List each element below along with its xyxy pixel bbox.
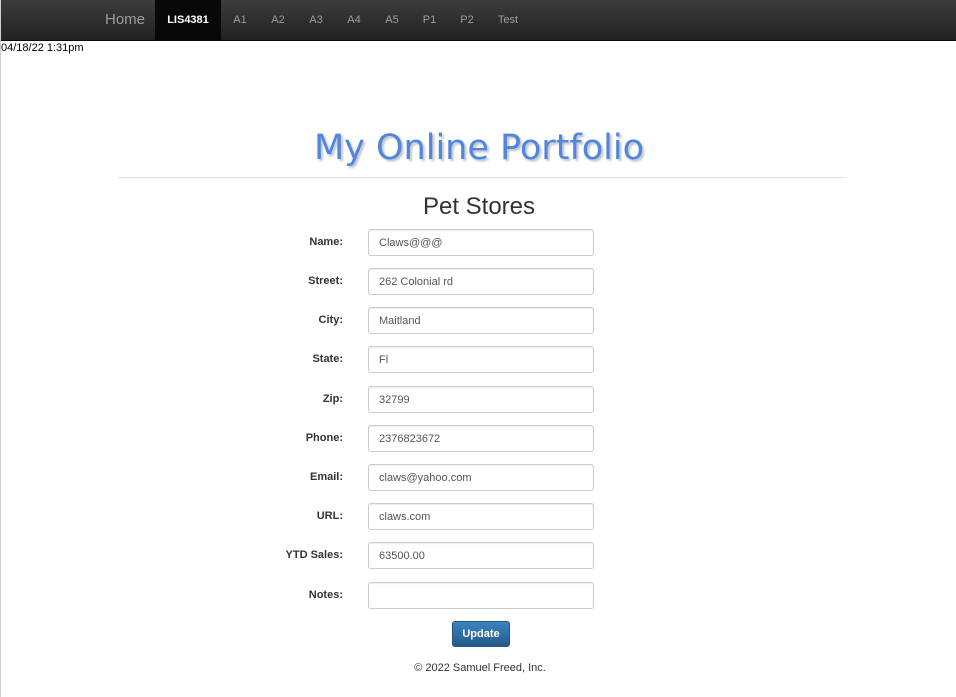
form-row-city: City: xyxy=(1,307,956,334)
phone-field[interactable] xyxy=(368,425,594,452)
nav-item-a5[interactable]: A5 xyxy=(373,0,411,40)
nav-items: LIS4381 A1 A2 A3 A4 A5 P1 P2 Test xyxy=(155,0,530,40)
update-button[interactable]: Update xyxy=(452,621,510,647)
street-field[interactable] xyxy=(368,268,594,295)
nav-item-a2[interactable]: A2 xyxy=(259,0,297,40)
name-field[interactable] xyxy=(368,229,594,256)
header-divider xyxy=(117,177,846,178)
city-field[interactable] xyxy=(368,307,594,334)
name-label: Name: xyxy=(309,236,343,248)
nav-item-test[interactable]: Test xyxy=(486,0,530,40)
footer-copyright: © 2022 Samuel Freed, Inc. xyxy=(414,662,546,674)
page-title: My Online Portfolio xyxy=(313,128,645,168)
state-field[interactable] xyxy=(368,346,594,373)
notes-label: Notes: xyxy=(308,589,343,601)
form-row-email: Email: xyxy=(1,464,956,491)
section-title: Pet Stores xyxy=(422,193,536,220)
form-row-name: Name: xyxy=(1,229,956,256)
nav-item-a3[interactable]: A3 xyxy=(297,0,335,40)
url-label: URL: xyxy=(316,510,343,522)
nav-home-link[interactable]: Home xyxy=(105,0,145,40)
timestamp: 04/18/22 1:31pm xyxy=(1,42,84,54)
state-label: State: xyxy=(312,353,343,365)
form-row-state: State: xyxy=(1,346,956,373)
url-field[interactable] xyxy=(368,503,594,530)
top-navbar: Home LIS4381 A1 A2 A3 A4 A5 P1 P2 Test xyxy=(1,0,956,41)
phone-label: Phone: xyxy=(305,432,343,444)
ytd-sales-label: YTD Sales: xyxy=(285,549,343,561)
form-row-phone: Phone: xyxy=(1,425,956,452)
form-row-street: Street: xyxy=(1,268,956,295)
nav-item-p2[interactable]: P2 xyxy=(448,0,486,40)
nav-item-a1[interactable]: A1 xyxy=(221,0,259,40)
street-label: Street: xyxy=(308,275,343,287)
zip-field[interactable] xyxy=(368,386,594,413)
form-row-zip: Zip: xyxy=(1,386,956,413)
form-row-ytd-sales: YTD Sales: xyxy=(1,542,956,569)
zip-label: Zip: xyxy=(322,393,343,405)
nav-item-lis4381[interactable]: LIS4381 xyxy=(155,0,221,40)
notes-field[interactable] xyxy=(368,582,594,609)
ytd-sales-field[interactable] xyxy=(368,542,594,569)
form-row-notes: Notes: xyxy=(1,582,956,609)
email-field[interactable] xyxy=(368,464,594,491)
email-label: Email: xyxy=(309,471,343,483)
nav-item-p1[interactable]: P1 xyxy=(411,0,448,40)
nav-item-a4[interactable]: A4 xyxy=(335,0,373,40)
city-label: City: xyxy=(318,314,343,326)
form-row-url: URL: xyxy=(1,503,956,530)
